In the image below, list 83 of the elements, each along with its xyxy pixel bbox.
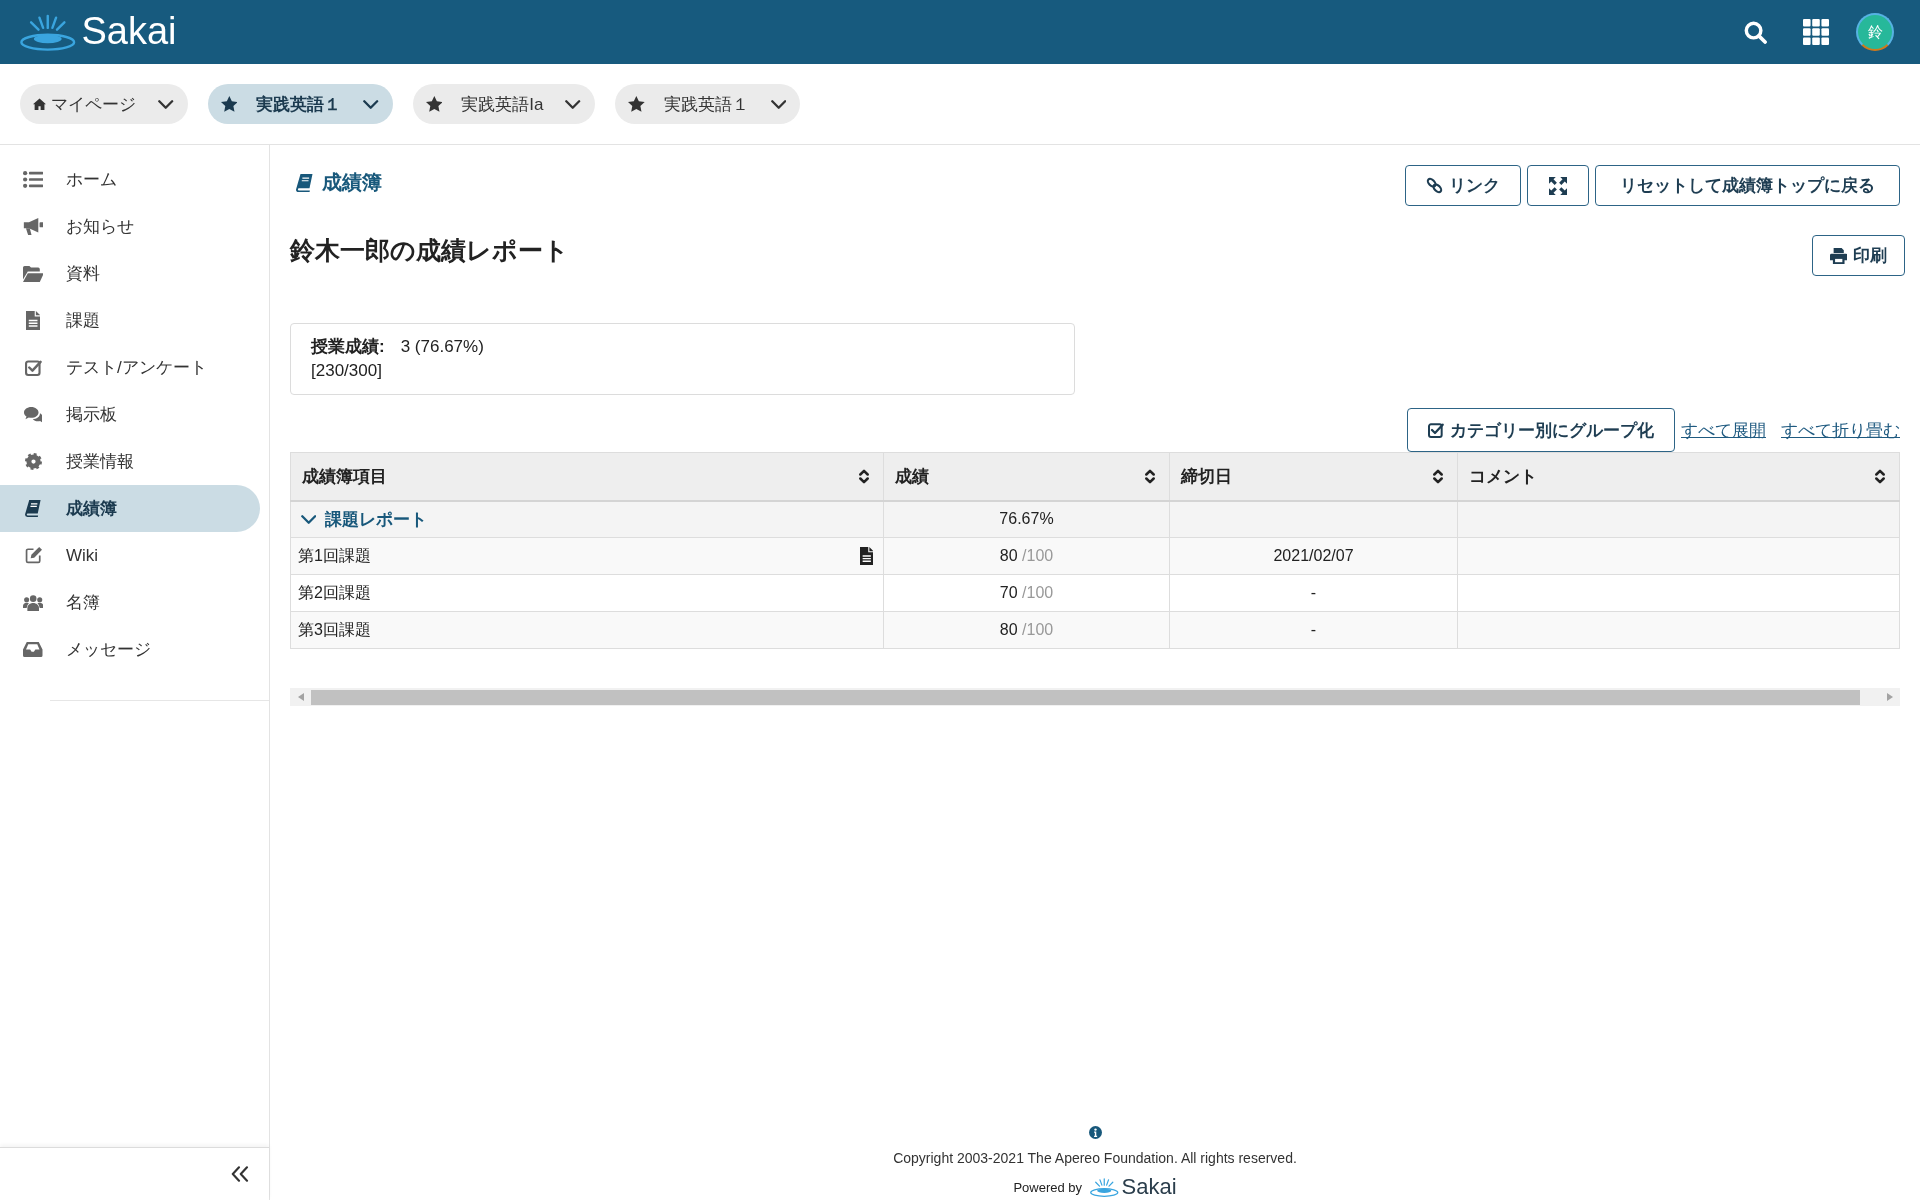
- sort-icon: [1875, 468, 1885, 484]
- column-header[interactable]: コメント: [1457, 452, 1900, 501]
- document-icon[interactable]: [859, 547, 873, 565]
- sidebar-item[interactable]: 資料: [0, 250, 260, 297]
- course-grade-label: 授業成績:: [311, 336, 385, 358]
- logo-icon: [20, 13, 76, 51]
- sort-icon: [1433, 468, 1443, 484]
- category-toggle[interactable]: 課題レポート: [298, 507, 428, 531]
- site-tab[interactable]: 実践英語１: [614, 84, 800, 124]
- sidebar-item[interactable]: 課題: [0, 297, 260, 344]
- group-by-category-button[interactable]: カテゴリー別にグループ化: [1407, 408, 1675, 452]
- sidebar-item[interactable]: 成績簿: [0, 485, 260, 532]
- link-button[interactable]: リンク: [1405, 165, 1521, 206]
- info-icon: [1088, 1126, 1102, 1139]
- inbox-icon: [23, 642, 43, 657]
- column-header[interactable]: 締切日: [1169, 452, 1458, 501]
- item-name: 第3回課題: [298, 619, 371, 640]
- powered-by-label: Powered by: [1013, 1179, 1083, 1195]
- column-header[interactable]: 成績簿項目: [290, 452, 884, 501]
- pencil-square-icon: [24, 547, 42, 564]
- report-title: 鈴木一郎の成績レポート: [290, 235, 569, 265]
- item-name: 第1回課題: [298, 545, 371, 566]
- collapse-sidebar-button[interactable]: [231, 1166, 249, 1182]
- expand-icon: [1549, 176, 1567, 195]
- grade-cell: 70 /100: [883, 574, 1170, 612]
- megaphone-icon: [22, 218, 44, 235]
- sidebar-item[interactable]: テスト/アンケート: [0, 344, 260, 391]
- fullscreen-button[interactable]: [1527, 165, 1589, 206]
- gear-icon: [24, 453, 42, 470]
- tool-title: 成績簿: [321, 170, 382, 195]
- document-icon: [25, 311, 41, 330]
- collapse-all-link[interactable]: すべて折り畳む: [1781, 418, 1900, 442]
- chevron-down-icon: [158, 99, 174, 109]
- sidebar-item[interactable]: 名簿: [0, 579, 260, 626]
- chevron-down-icon: [770, 99, 786, 109]
- printer-icon: [1829, 247, 1847, 264]
- double-chevron-left-icon: [231, 1166, 249, 1182]
- grade-cell: 76.67%: [883, 500, 1170, 538]
- reset-button[interactable]: リセットして成績簿トップに戻る: [1595, 165, 1900, 206]
- people-icon: [22, 594, 44, 611]
- sakai-logo[interactable]: Sakai: [20, 12, 177, 52]
- column-header[interactable]: 成績: [883, 452, 1170, 501]
- book-icon: [296, 173, 313, 192]
- course-grade-value: 3 (76.67%): [400, 336, 484, 358]
- search-icon: [1744, 20, 1767, 44]
- sidebar-item[interactable]: 授業情報: [0, 438, 260, 485]
- star-icon: [425, 96, 443, 112]
- sidebar-item[interactable]: お知らせ: [0, 203, 260, 250]
- apps-button[interactable]: [1803, 19, 1829, 45]
- sidebar-item[interactable]: メッセージ: [0, 626, 260, 673]
- due-date-cell: 2021/02/07: [1169, 537, 1458, 575]
- sidebar-item[interactable]: ホーム: [0, 156, 260, 203]
- course-grade-points: [230/300]: [311, 360, 383, 382]
- grid-icon: [1803, 19, 1829, 45]
- star-icon: [220, 96, 238, 112]
- sakai-logo[interactable]: Sakai: [1090, 1174, 1177, 1200]
- sidebar-item[interactable]: 掲示板: [0, 391, 260, 438]
- list-icon: [22, 171, 44, 188]
- link-icon: [1426, 177, 1443, 194]
- site-tab[interactable]: マイページ: [20, 84, 188, 124]
- copyright-text: Copyright 2003-2021 The Apereo Foundation. All rights reserved.: [893, 1149, 1297, 1168]
- sidebar-item[interactable]: Wiki: [0, 532, 260, 579]
- check-square-icon: [24, 359, 42, 376]
- sort-icon: [1145, 468, 1155, 484]
- due-date-cell: -: [1169, 574, 1458, 612]
- logo-icon: [1090, 1177, 1119, 1197]
- item-name: 第2回課題: [298, 582, 371, 603]
- chevron-down-icon: [565, 99, 581, 109]
- expand-all-link[interactable]: すべて展開: [1681, 418, 1766, 442]
- grade-cell: 80 /100: [883, 611, 1170, 649]
- print-button[interactable]: 印刷: [1811, 235, 1905, 276]
- home-icon: [33, 98, 47, 110]
- folder-icon: [22, 265, 44, 282]
- due-date-cell: -: [1169, 611, 1458, 649]
- book-icon: [25, 500, 41, 517]
- sort-icon: [859, 468, 869, 484]
- site-tab[interactable]: 実践英語Ia: [412, 84, 595, 124]
- speech-bubbles-icon: [23, 406, 43, 423]
- chevron-down-icon: [363, 99, 379, 109]
- site-tab[interactable]: 実践英語１: [207, 84, 393, 124]
- search-button[interactable]: [1744, 20, 1767, 44]
- grade-cell: 80 /100: [883, 537, 1170, 575]
- star-icon: [627, 96, 645, 112]
